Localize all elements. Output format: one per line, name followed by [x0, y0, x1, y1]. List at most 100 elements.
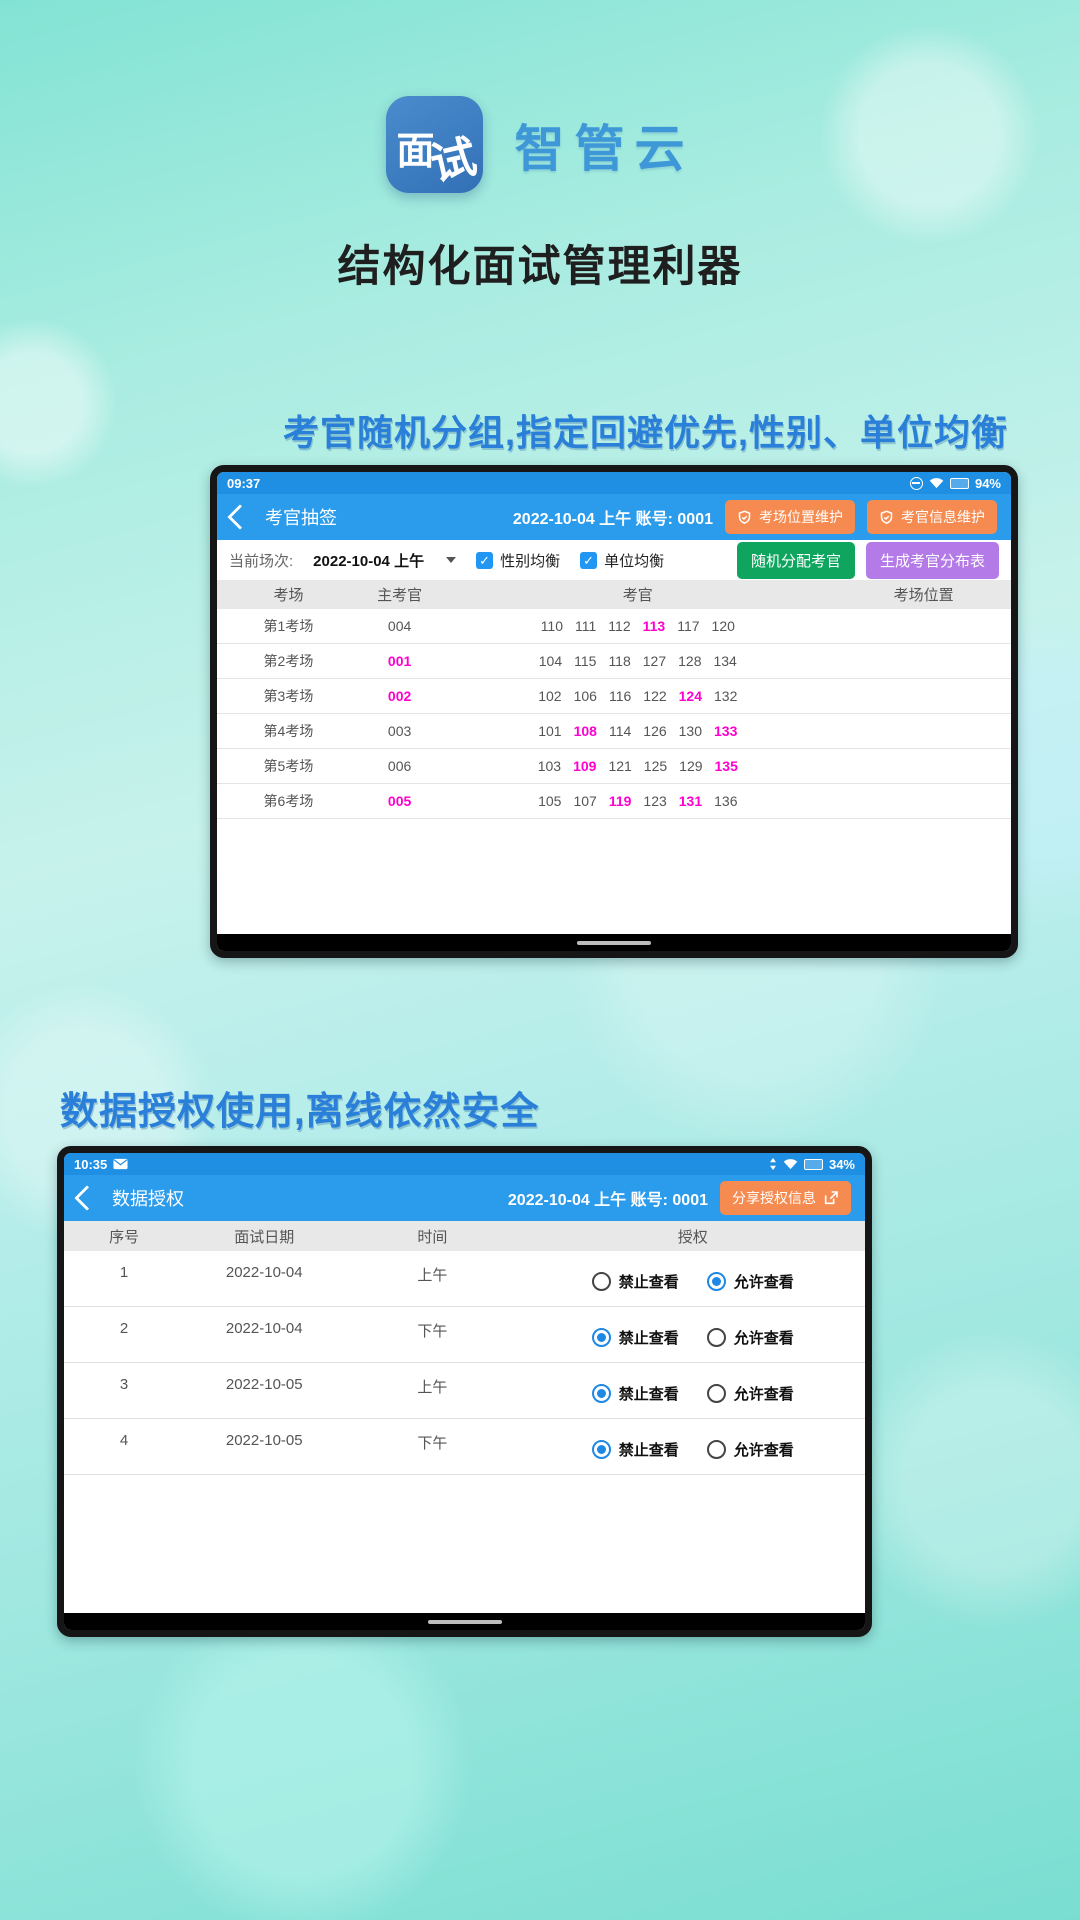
- examiner-number: 117: [677, 618, 700, 634]
- examiner-number: 109: [573, 758, 597, 774]
- home-indicator[interactable]: [577, 940, 651, 945]
- radio-label: 禁止查看: [618, 1330, 679, 1347]
- home-indicator[interactable]: [427, 1619, 502, 1624]
- deny-view-radio[interactable]: 禁止查看: [591, 1271, 679, 1292]
- chief-examiner-cell: 003: [387, 723, 412, 739]
- wifi-icon: [783, 1159, 798, 1170]
- auth-row: 1 2022-10-04 上午 禁止查看 允许查看: [64, 1251, 865, 1307]
- column-header-chief: 主考官: [377, 587, 423, 604]
- table-row: 第4考场 003 101 108 114 126 130 133: [217, 714, 1011, 749]
- status-time: 09:37: [227, 475, 261, 491]
- maintain-examiner-info-button[interactable]: 考官信息维护: [867, 500, 997, 534]
- chief-examiner-cell: 001: [387, 653, 412, 669]
- examiners-cell: 103 109 121 125 129 135: [439, 758, 836, 774]
- allow-view-radio[interactable]: 允许查看: [706, 1439, 794, 1460]
- interview-date-cell: 2022-10-04: [225, 1264, 303, 1281]
- battery-percent: 34%: [828, 1156, 855, 1172]
- radio-label: 允许查看: [733, 1442, 794, 1459]
- examiner-number: 112: [608, 618, 631, 634]
- examiners-cell: 110 111 112 113 117 120: [439, 618, 836, 634]
- examiner-number: 127: [642, 653, 667, 669]
- marketing-page: 面 试 智管云 结构化面试管理利器 考官随机分组,指定回避优先,性别、单位均衡 …: [0, 0, 1080, 1920]
- random-assign-button[interactable]: 随机分配考官: [736, 541, 855, 579]
- column-header-auth: 授权: [677, 1228, 708, 1246]
- column-header-examiners: 考官: [622, 587, 653, 604]
- radio-label: 禁止查看: [618, 1386, 679, 1403]
- room-cell: 第2考场: [263, 653, 314, 669]
- battery-icon: [949, 477, 969, 489]
- examiner-number: 119: [608, 793, 632, 809]
- radio-label: 允许查看: [733, 1274, 794, 1291]
- radio-icon: [591, 1384, 611, 1403]
- chief-examiner-cell: 004: [387, 618, 412, 634]
- toolbar: 当前场次: 2022-10-04 上午 性别均衡 单位均衡 随机分配考官 生成考…: [217, 540, 1011, 580]
- maintain-room-location-button[interactable]: 考场位置维护: [725, 500, 855, 534]
- gesture-strip: [217, 934, 1011, 951]
- empty-area: [64, 1475, 865, 1613]
- checkbox-label: 性别均衡: [500, 552, 561, 570]
- table-header-row: 序号 面试日期 时间 授权: [64, 1221, 865, 1251]
- tablet-frame-1: 09:37 94% 考官抽签 2022-10-04 上午 账号: 0001 考场…: [210, 465, 1018, 958]
- radio-icon: [591, 1328, 611, 1347]
- unit-balance-checkbox[interactable]: 单位均衡: [580, 550, 664, 571]
- gender-balance-checkbox[interactable]: 性别均衡: [476, 550, 560, 571]
- interview-date-cell: 2022-10-05: [225, 1432, 303, 1449]
- column-header-no: 序号: [109, 1228, 140, 1246]
- room-cell: 第5考场: [263, 758, 314, 774]
- screen-title: 考官抽签: [265, 508, 337, 528]
- examiner-number: 131: [678, 793, 703, 809]
- allow-view-radio[interactable]: 允许查看: [706, 1271, 794, 1292]
- session-select[interactable]: 2022-10-04 上午: [313, 550, 457, 571]
- examiners-cell: 105 107 119 123 131 136: [439, 793, 836, 809]
- table-row: 第6考场 005 105 107 119 123 131 136: [217, 784, 1011, 819]
- checkbox-label: 单位均衡: [604, 552, 665, 570]
- generate-distribution-button[interactable]: 生成考官分布表: [865, 541, 999, 579]
- do-not-disturb-icon: [909, 476, 923, 490]
- allow-view-radio[interactable]: 允许查看: [706, 1327, 794, 1348]
- auth-row: 3 2022-10-05 上午 禁止查看 允许查看: [64, 1363, 865, 1419]
- screen-title: 数据授权: [112, 1189, 184, 1209]
- examiner-number: 113: [642, 618, 666, 634]
- examiner-number: 102: [538, 688, 562, 704]
- session-account-label: 2022-10-04 上午 账号: 0001: [507, 1192, 708, 1209]
- examiner-number: 115: [574, 653, 597, 669]
- radio-icon: [706, 1384, 726, 1403]
- chief-examiner-cell: 002: [387, 688, 412, 704]
- examiner-number: 124: [678, 688, 702, 704]
- radio-label: 允许查看: [733, 1330, 794, 1347]
- back-chevron-icon[interactable]: [227, 504, 253, 530]
- row-number-cell: 3: [119, 1376, 129, 1393]
- session-select-value: 2022-10-04 上午: [313, 552, 425, 570]
- chevron-down-icon: [446, 557, 457, 563]
- column-header-room: 考场: [273, 587, 304, 604]
- examiner-number: 125: [643, 758, 668, 774]
- gesture-strip: [64, 1613, 865, 1630]
- app-logo: 面 试: [385, 96, 483, 193]
- examiner-number: 110: [540, 618, 564, 634]
- row-number-cell: 2: [119, 1320, 129, 1337]
- examiner-number: 134: [713, 653, 737, 669]
- share-authorization-button[interactable]: 分享授权信息: [720, 1181, 851, 1215]
- deny-view-radio[interactable]: 禁止查看: [591, 1383, 679, 1404]
- share-external-icon: [824, 1191, 838, 1205]
- examiner-number: 132: [714, 688, 738, 704]
- examiner-number: 133: [714, 723, 738, 739]
- table-row: 第5考场 006 103 109 121 125 129 135: [217, 749, 1011, 784]
- allow-view-radio[interactable]: 允许查看: [706, 1383, 794, 1404]
- checkbox-checked-icon: [580, 551, 598, 569]
- button-label: 分享授权信息: [732, 1190, 816, 1206]
- mail-icon: [113, 1158, 128, 1170]
- radio-icon: [591, 1272, 611, 1291]
- deny-view-radio[interactable]: 禁止查看: [591, 1439, 679, 1460]
- deny-view-radio[interactable]: 禁止查看: [591, 1327, 679, 1348]
- brand-header: 面 试 智管云: [0, 96, 1080, 193]
- examiner-number: 130: [678, 723, 702, 739]
- examiner-number: 121: [608, 758, 632, 774]
- feature-slogan-2: 数据授权使用,离线依然安全: [60, 1091, 540, 1133]
- radio-label: 禁止查看: [618, 1442, 679, 1459]
- page-title: 结构化面试管理利器: [337, 243, 743, 291]
- auth-row: 4 2022-10-05 下午 禁止查看 允许查看: [64, 1419, 865, 1475]
- back-chevron-icon[interactable]: [74, 1185, 100, 1211]
- battery-percent: 94%: [974, 475, 1001, 491]
- examiner-number: 116: [608, 688, 632, 704]
